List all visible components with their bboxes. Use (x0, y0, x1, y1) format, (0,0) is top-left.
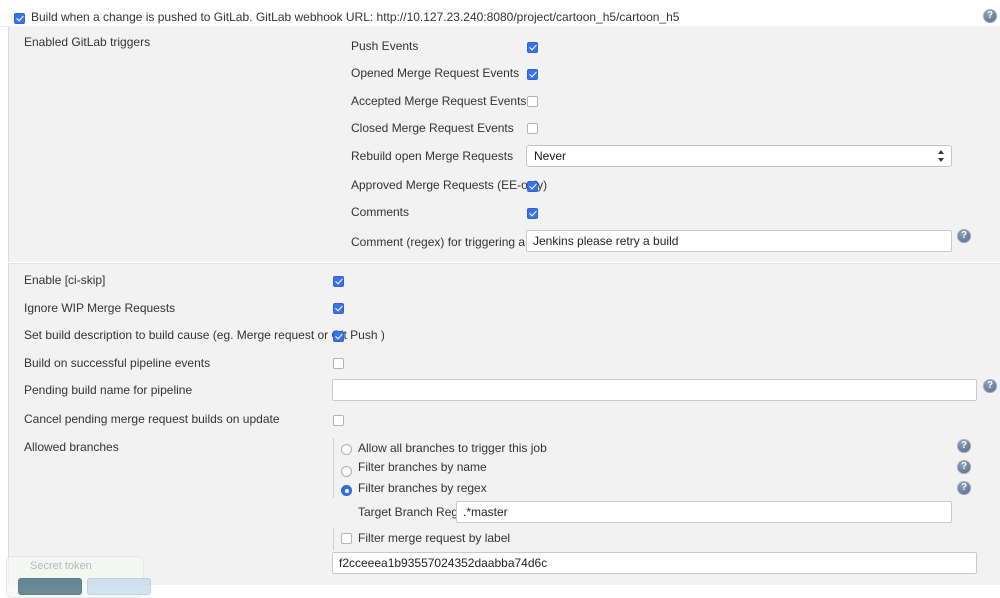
comment-regex-value: Jenkins please retry a build (533, 234, 678, 248)
ignore-wip-merge-requests-checkbox[interactable] (333, 301, 344, 315)
radio-filter-by-name-label: Filter branches by name (358, 460, 487, 474)
push-events-checkbox[interactable] (527, 40, 538, 54)
rebuild-open-merge-requests-select[interactable]: Never (526, 145, 952, 167)
build-trigger-label: Build when a change is pushed to GitLab.… (31, 10, 679, 24)
ignore-wip-merge-requests-label: Ignore WIP Merge Requests (24, 301, 175, 315)
opened-merge-request-events-checkbox[interactable] (527, 67, 538, 81)
closed-merge-request-events-checkbox[interactable] (527, 121, 538, 135)
filter-by-regex-help-icon[interactable] (957, 481, 971, 498)
target-branch-regex-value: .*master (463, 505, 508, 519)
allowed-branches-divider (333, 438, 334, 498)
allowed-branches-label: Allowed branches (24, 440, 119, 454)
pending-build-name-input[interactable] (332, 379, 977, 401)
opened-merge-request-events-label: Opened Merge Request Events (351, 66, 519, 80)
filter-label-divider (333, 528, 334, 550)
comment-regex-help-icon[interactable] (957, 229, 971, 246)
cancel-pending-builds-label: Cancel pending merge request builds on u… (24, 412, 280, 426)
filter-by-name-help-icon[interactable] (957, 460, 971, 477)
target-branch-regex-input[interactable]: .*master (456, 501, 952, 523)
filter-merge-request-by-label-checkbox[interactable] (341, 531, 352, 545)
secret-token-generate-button[interactable] (18, 578, 82, 595)
set-build-description-label: Set build description to build cause (eg… (24, 328, 385, 342)
closed-merge-request-events-label: Closed Merge Request Events (351, 121, 514, 135)
secret-token-input[interactable]: f2cceeea1b93557024352daabba74d6c (332, 552, 977, 574)
comment-regex-label: Comment (regex) for triggering a build (351, 235, 554, 249)
cancel-pending-builds-checkbox[interactable] (333, 413, 344, 427)
pending-build-name-label: Pending build name for pipeline (24, 383, 192, 397)
radio-filter-by-regex[interactable] (341, 483, 352, 497)
pending-build-name-help-icon[interactable] (983, 379, 997, 396)
radio-filter-by-name[interactable] (341, 464, 352, 478)
build-on-pipeline-events-label: Build on successful pipeline events (24, 356, 210, 370)
rebuild-open-merge-requests-label: Rebuild open Merge Requests (351, 149, 513, 163)
approved-merge-requests-label: Approved Merge Requests (EE-only) (351, 178, 547, 192)
rebuild-open-merge-requests-value: Never (534, 149, 566, 163)
comments-checkbox[interactable] (527, 206, 538, 220)
secret-token-reveal-button[interactable] (87, 578, 151, 595)
filter-merge-request-by-label-label: Filter merge request by label (358, 531, 510, 545)
comment-regex-input[interactable]: Jenkins please retry a build (526, 230, 952, 252)
secret-token-value: f2cceeea1b93557024352daabba74d6c (339, 556, 547, 570)
secret-token-card-title: Secret token (30, 560, 92, 572)
radio-allow-all-branches-label: Allow all branches to trigger this job (358, 441, 547, 455)
allow-all-branches-help-icon[interactable] (957, 439, 971, 456)
accepted-merge-request-events-label: Accepted Merge Request Events (351, 94, 526, 108)
set-build-description-checkbox[interactable] (333, 329, 344, 343)
enabled-gitlab-triggers-panel (8, 26, 1000, 262)
secret-token-card: Secret token (6, 556, 144, 598)
comments-label: Comments (351, 205, 409, 219)
build-trigger-help-icon[interactable] (983, 9, 997, 26)
enable-ci-skip-label: Enable [ci-skip] (24, 273, 105, 287)
target-branch-regex-label: Target Branch Regex (358, 505, 471, 519)
push-events-label: Push Events (351, 39, 418, 53)
accepted-merge-request-events-checkbox[interactable] (527, 94, 538, 108)
radio-allow-all-branches[interactable] (341, 442, 352, 456)
radio-filter-by-regex-label: Filter branches by regex (358, 481, 487, 495)
build-trigger-checkbox[interactable] (14, 11, 25, 25)
enabled-gitlab-triggers-label: Enabled GitLab triggers (24, 35, 150, 49)
select-stepper-arrows-icon (938, 149, 945, 163)
approved-merge-requests-checkbox[interactable] (527, 179, 538, 193)
build-trigger-checkbox-box[interactable] (14, 13, 25, 24)
build-on-pipeline-events-checkbox[interactable] (333, 356, 344, 370)
enable-ci-skip-checkbox[interactable] (333, 274, 344, 288)
